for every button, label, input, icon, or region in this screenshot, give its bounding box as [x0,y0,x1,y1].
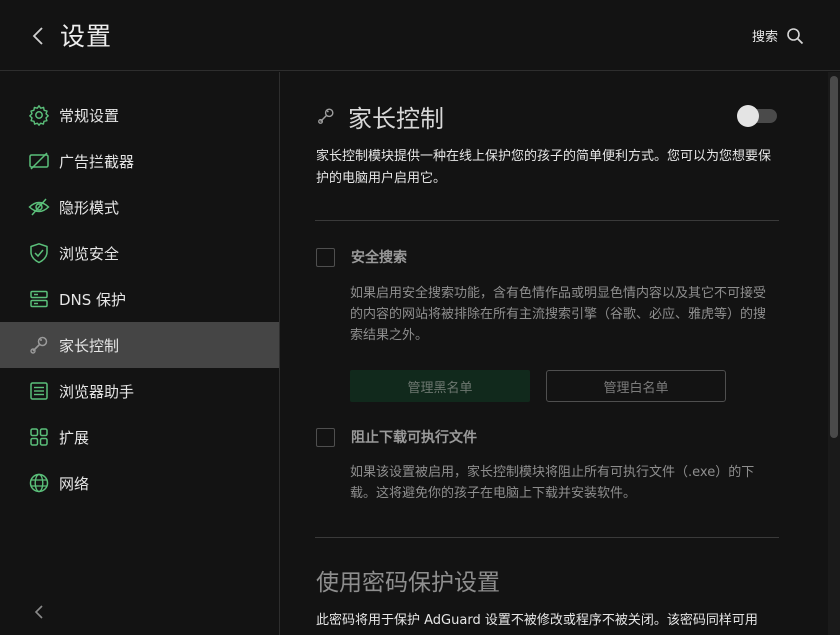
shield-icon [28,242,50,264]
sidebar-item-parental-control[interactable]: 家长控制 [0,322,279,368]
safe-search-checkbox[interactable] [316,247,335,267]
divider [315,220,779,221]
search-button[interactable]: 搜索 [752,26,804,45]
sidebar-item-browser-assistant[interactable]: 浏览器助手 [0,368,279,414]
block-downloads-label: 阻止下载可执行文件 [351,430,477,446]
collapse-sidebar-button[interactable] [32,603,46,621]
section-title: 家长控制 [348,104,444,133]
safe-search-option: 安全搜索 [316,247,407,267]
back-button[interactable] [28,24,48,48]
sidebar-item-label: DNS 保护 [59,290,127,309]
chevron-left-icon [32,27,43,45]
toggle-knob [737,105,759,127]
password-section-title: 使用密码保护设置 [316,570,500,596]
sidebar-item-browsing-security[interactable]: 浏览安全 [0,230,279,276]
sidebar: 常规设置 广告拦截器 隐形模式 浏览安全 DNS 保护 家长控制 浏览器助手 扩… [0,72,280,635]
divider [315,537,779,538]
sidebar-item-label: 网络 [59,474,90,493]
safe-search-description: 如果启用安全搜索功能，含有色情作品或明显色情内容以及其它不可接受的内容的网站将被… [350,286,767,343]
sidebar-item-label: 常规设置 [59,106,120,125]
globe-icon [28,472,50,494]
sidebar-item-ad-blocker[interactable]: 广告拦截器 [0,138,279,184]
scrollbar[interactable] [828,72,840,635]
manage-blacklist-button[interactable]: 管理黑名单 [350,370,530,402]
rattle-icon [318,108,334,124]
sidebar-item-general[interactable]: 常规设置 [0,92,279,138]
search-icon [787,27,804,44]
section-header: 家长控制 [316,100,779,133]
sidebar-item-extensions[interactable]: 扩展 [0,414,279,460]
browser-assistant-icon [28,380,50,402]
main-content: 家长控制 家长控制模块提供一种在线上保护您的孩子的简单便利方式。您可以为您想要保… [281,72,828,635]
server-icon [28,288,50,310]
sidebar-item-label: 家长控制 [59,336,120,355]
scrollbar-thumb[interactable] [830,76,838,438]
header-bar: 设置 搜索 [0,0,840,71]
manage-whitelist-button[interactable]: 管理白名单 [546,370,726,402]
safe-search-label: 安全搜索 [351,250,407,266]
block-downloads-option: 阻止下载可执行文件 [316,427,477,447]
extensions-icon [28,426,50,448]
sidebar-item-label: 扩展 [59,428,90,447]
eye-off-icon [28,196,50,218]
sidebar-item-label: 浏览器助手 [59,382,135,401]
gear-icon [28,104,50,126]
sidebar-item-label: 隐形模式 [59,198,120,217]
sidebar-item-dns-protection[interactable]: DNS 保护 [0,276,279,322]
parental-control-toggle[interactable] [737,105,779,127]
block-downloads-description: 如果该设置被启用，家长控制模块将阻止所有可执行文件（.exe）的下载。这将避免你… [350,465,755,501]
chevron-left-icon [34,605,43,619]
ad-block-icon [28,150,50,172]
sidebar-nav: 常规设置 广告拦截器 隐形模式 浏览安全 DNS 保护 家长控制 浏览器助手 扩… [0,92,279,506]
settings-window: 设置 搜索 常规设置 广告拦截器 隐形模式 浏览安全 DNS 保护 家长控制 浏… [0,0,840,635]
sidebar-item-stealth-mode[interactable]: 隐形模式 [0,184,279,230]
password-description: 此密码将用于保护 AdGuard 设置不被修改或程序不被关闭。该密码同样可用 [316,613,758,628]
page-title: 设置 [60,22,113,51]
block-downloads-checkbox[interactable] [316,427,335,447]
search-label: 搜索 [751,30,778,45]
sidebar-item-label: 浏览安全 [59,244,120,263]
sidebar-item-network[interactable]: 网络 [0,460,279,506]
rattle-icon [28,334,50,356]
sidebar-item-label: 广告拦截器 [59,152,135,171]
section-description: 家长控制模块提供一种在线上保护您的孩子的简单便利方式。您可以为您想要保护的电脑用… [316,149,772,186]
